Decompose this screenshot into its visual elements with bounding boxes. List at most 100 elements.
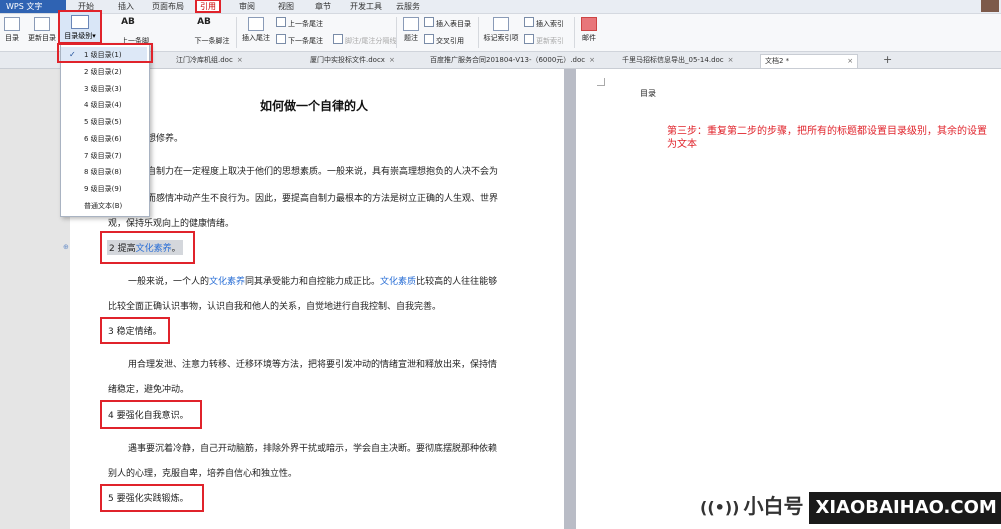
doc-tab-label: 文档2 *	[765, 57, 790, 65]
cross-reference-icon	[424, 34, 434, 44]
next-footnote-ab-icon: AB	[197, 17, 211, 27]
ribbon-divider	[478, 17, 479, 48]
toc-level-icon	[71, 15, 89, 29]
update-index-button[interactable]: 更新索引	[524, 34, 564, 46]
dropdown-item-level-8[interactable]: 8 级目录(8)	[61, 164, 147, 180]
close-icon[interactable]: ×	[389, 56, 395, 64]
new-tab-icon[interactable]: +	[883, 53, 892, 66]
separator-icon	[333, 34, 343, 44]
mark-index-entry-label: 标记索引项	[483, 34, 519, 42]
paragraph-handle-icon[interactable]: ⊕	[63, 243, 69, 251]
page-gap	[564, 69, 576, 529]
brand-url: XIAOBAIHAO.COM	[809, 492, 1001, 524]
paragraph-line: 绪稳定，避免冲动。	[108, 385, 190, 395]
doc-tab-current[interactable]: 文档2 * ×	[760, 54, 859, 68]
menu-tab-layout[interactable]: 页面布局	[152, 0, 184, 13]
menu-tab-chapter[interactable]: 章节	[315, 0, 331, 13]
toc-level-dropdown: ✓ 1 级目录(1) 2 级目录(2) 3 级目录(3) 4 级目录(4) 5 级…	[60, 43, 150, 217]
update-toc-icon	[34, 17, 50, 31]
menu-tab-developer[interactable]: 开发工具	[350, 0, 382, 13]
insert-index-button[interactable]: 插入索引	[524, 17, 564, 29]
next-footnote-icon-button[interactable]: AB	[190, 17, 218, 27]
menu-bar: WPS 文字 开始 插入 页面布局 引用 审阅 视图 章节 开发工具 云服务	[0, 0, 1001, 14]
mark-index-entry-button[interactable]: 标记索引项	[481, 17, 521, 43]
dropdown-item-level-2[interactable]: 2 级目录(2)	[61, 64, 147, 80]
footnote-separator-button[interactable]: 脚注/尾注分隔线	[333, 34, 396, 46]
close-icon[interactable]: ×	[728, 56, 734, 64]
paragraph-line: 遇事要沉着冷静，自己开动脑筋，排除外界干扰或暗示，学会自主决断。要彻底摆脱那种依…	[128, 444, 498, 454]
mark-index-icon	[493, 17, 509, 31]
mail-button[interactable]: 邮件	[578, 17, 600, 43]
close-icon[interactable]: ×	[589, 56, 595, 64]
paragraph-line: 用合理发泄、注意力转移、迁移环境等方法，把将要引发冲动的情绪宣泄和释放出来，保持…	[128, 360, 498, 370]
insert-table-of-figures-button[interactable]: 插入表目录	[424, 17, 471, 29]
doc-tab-baidu[interactable]: 百度推广服务合同201804-V13-（6000元）.doc ×	[430, 54, 595, 67]
brand-watermark: ((•)) 小白号 XIAOBAIHAO.COM	[700, 490, 1001, 524]
cross-reference-button[interactable]: 交叉引用	[424, 34, 464, 46]
dropdown-item-level-3[interactable]: 3 级目录(3)	[61, 81, 147, 97]
dropdown-item-level-9[interactable]: 9 级目录(9)	[61, 181, 147, 197]
doc-tab-label: 千里马招标信息导出_05-14.doc	[622, 56, 724, 64]
close-icon[interactable]: ×	[237, 56, 243, 64]
app-menu-button[interactable]: WPS 文字	[0, 0, 66, 13]
doc-tab-xiamen[interactable]: 厦门中实投标文件.docx ×	[310, 54, 395, 67]
link-text: 文化素养	[209, 277, 246, 287]
doc-tab-label: 厦门中实投标文件.docx	[310, 56, 385, 64]
dropdown-item-label: 5 级目录(5)	[84, 118, 122, 126]
cross-reference-label: 交叉引用	[436, 37, 464, 45]
paragraph-line: 比较全面正确认识事物，认识自我和他人的关系，自觉地进行自我控制、自我完善。	[108, 302, 442, 312]
insert-table-of-figures-label: 插入表目录	[436, 20, 471, 28]
update-toc-button[interactable]: 更新目录	[27, 17, 57, 43]
mail-label: 邮件	[582, 34, 596, 42]
insert-index-icon	[524, 17, 534, 27]
doc-tab-jiangmen[interactable]: 江门冷库机组.doc ×	[176, 54, 243, 67]
doc-tab-label: 江门冷库机组.doc	[176, 56, 233, 64]
dropdown-item-level-7[interactable]: 7 级目录(7)	[61, 148, 147, 164]
margin-corner	[597, 78, 605, 86]
prev-endnote-button[interactable]: 上一条尾注	[276, 17, 323, 29]
highlight-box-heading-3	[100, 317, 170, 344]
prev-endnote-label: 上一条尾注	[288, 20, 323, 28]
insert-footnote-button[interactable]: AB	[114, 17, 142, 27]
next-footnote-label: 下一条脚注	[194, 37, 230, 45]
update-index-label: 更新索引	[536, 37, 564, 45]
dropdown-item-level-4[interactable]: 4 级目录(4)	[61, 97, 147, 113]
toc-icon	[4, 17, 20, 31]
next-endnote-button[interactable]: 下一条尾注	[276, 34, 323, 46]
table-of-figures-icon	[424, 17, 434, 27]
dropdown-item-plain-text[interactable]: 普通文本(B)	[61, 198, 147, 214]
dropdown-item-level-6[interactable]: 6 级目录(6)	[61, 131, 147, 147]
insert-endnote-button[interactable]: 插入尾注	[240, 17, 272, 43]
toc-button[interactable]: 目录	[0, 17, 24, 43]
menu-tab-references[interactable]: 引用	[195, 0, 221, 13]
toc-level-label: 目录级别	[64, 32, 93, 40]
insert-endnote-label: 插入尾注	[242, 34, 270, 42]
paragraph-line: 自制力在一定程度上取决于他们的思想素质。一般来说，具有崇高理想抱负的人决不会为	[147, 167, 499, 177]
user-avatar[interactable]	[981, 0, 999, 12]
dropdown-item-level-5[interactable]: 5 级目录(5)	[61, 114, 147, 130]
dropdown-item-label: 6 级目录(6)	[84, 135, 122, 143]
mail-icon	[581, 17, 597, 31]
dropdown-item-label: 2 级目录(2)	[84, 68, 122, 76]
doc-tab-label: 百度推广服务合同201804-V13-（6000元）.doc	[430, 56, 586, 64]
paragraph-line: 别人的心理，克服自卑，培养自信心和独立性。	[108, 469, 298, 479]
dropdown-item-label: 8 级目录(8)	[84, 168, 122, 176]
chevron-down-icon: ▾	[92, 32, 96, 40]
text-run: 同其承受能力和自控能力成正比。	[245, 277, 381, 287]
highlight-box-heading-2	[100, 231, 195, 264]
menu-tab-review[interactable]: 审阅	[239, 0, 255, 13]
menu-tab-view[interactable]: 视图	[278, 0, 294, 13]
toc-level-button[interactable]: 目录级别▾	[58, 10, 102, 44]
caption-button[interactable]: 题注	[400, 17, 422, 43]
doc-tab-qianlima[interactable]: 千里马招标信息导出_05-14.doc ×	[622, 54, 734, 67]
menu-tab-cloud[interactable]: 云服务	[396, 0, 420, 13]
signal-icon: ((•))	[700, 498, 740, 517]
close-icon[interactable]: ×	[847, 57, 853, 65]
next-endnote-icon	[276, 34, 286, 44]
toc-label: 目录	[5, 34, 19, 42]
menu-tab-insert[interactable]: 插入	[118, 0, 134, 13]
caption-label: 题注	[404, 34, 418, 42]
next-footnote-button[interactable]: 下一条脚注	[192, 36, 232, 46]
dropdown-item-label: 7 级目录(7)	[84, 152, 122, 160]
paragraph-line: 一般来说，一个人的文化素养同其承受能力和自控能力成正比。文化素质比较高的人往往能…	[128, 274, 497, 287]
